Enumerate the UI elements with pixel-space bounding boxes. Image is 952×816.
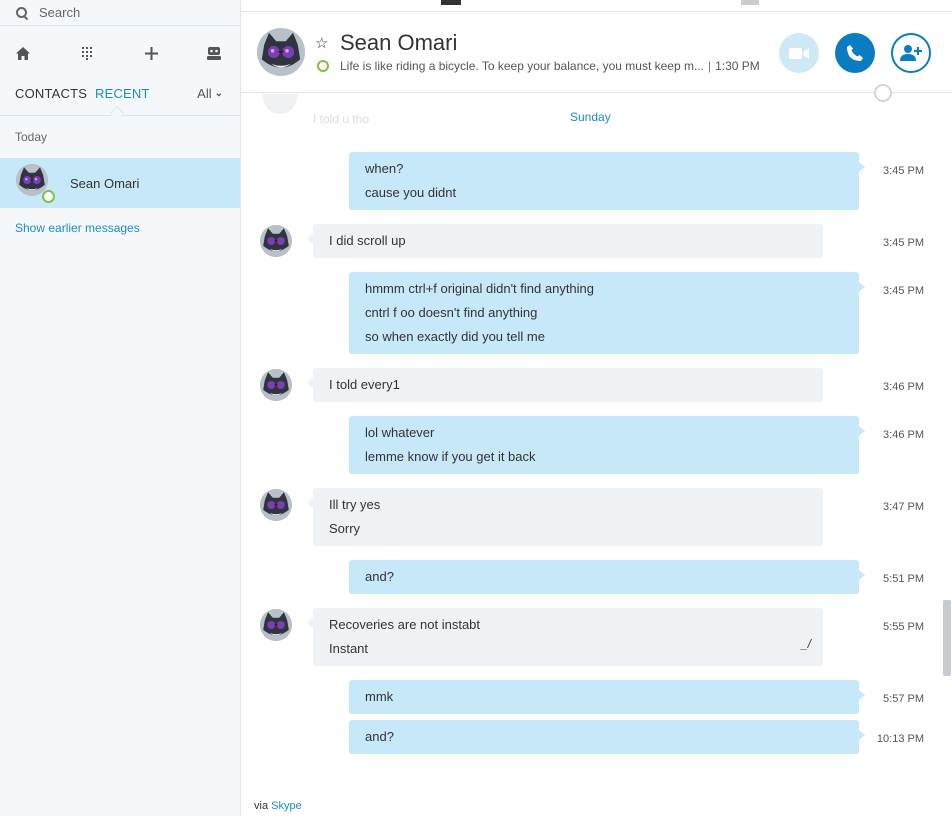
message-line: Recoveries are not instabt	[329, 617, 481, 632]
outgoing-message[interactable]: mmk	[349, 680, 865, 714]
active-tab-indicator	[109, 105, 125, 121]
message-line: I did scroll up	[329, 233, 406, 248]
search-icon	[16, 6, 28, 19]
outgoing-message[interactable]: when? cause you didnt	[349, 152, 865, 210]
phone-icon	[847, 45, 863, 61]
message-line: hmmm ctrl+f original didn't find anythin…	[365, 281, 595, 296]
section-label-today: Today	[15, 130, 48, 144]
chevron-down-icon: ⌄	[214, 88, 223, 99]
faded-avatar	[263, 94, 297, 114]
add-icon[interactable]	[142, 44, 160, 62]
outgoing-message[interactable]: lol whatever lemme know if you get it ba…	[349, 416, 865, 474]
edited-pencil-icon: _/	[800, 637, 811, 651]
message-line: Sorry	[329, 521, 361, 536]
sender-avatar[interactable]	[260, 609, 292, 641]
skype-window: CONTACTS RECENT All ⌄ Today Se	[0, 0, 952, 816]
outgoing-message[interactable]: hmmm ctrl+f original didn't find anythin…	[349, 272, 865, 354]
conversation-pane: I told u tho Sunday when? cause you didn…	[241, 94, 941, 794]
tab-contacts[interactable]: CONTACTS	[15, 86, 87, 101]
contact-title: Sean Omari	[340, 30, 458, 55]
message-line: I told every1	[329, 377, 400, 392]
bot-icon[interactable]	[205, 44, 223, 62]
add-person-icon	[900, 45, 922, 61]
contact-name: Sean Omari	[70, 176, 140, 191]
add-participant-button[interactable]	[891, 33, 931, 73]
outgoing-message[interactable]: and?	[349, 720, 865, 754]
home-icon[interactable]	[14, 44, 32, 62]
filter-dropdown[interactable]: All ⌄	[197, 86, 223, 101]
conversation-scrollbar[interactable]	[941, 94, 952, 816]
message-line: mmk	[365, 689, 394, 704]
message-time: 10:13 PM	[876, 733, 924, 745]
message-time: 5:57 PM	[883, 693, 924, 705]
conversation-header: ☆ Sean Omari Life is like riding a bicyc…	[241, 13, 952, 93]
skype-link[interactable]: Skype	[271, 800, 302, 812]
video-call-button[interactable]	[779, 33, 819, 73]
tab-recent[interactable]: RECENT	[95, 86, 150, 101]
message-line: when?	[365, 161, 404, 176]
scrollbar-thumb[interactable]	[943, 600, 951, 676]
outgoing-message[interactable]: and?	[349, 560, 865, 594]
incoming-message[interactable]: I did scroll up	[307, 224, 823, 258]
separator: |	[707, 59, 712, 73]
via-skype-footer: via Skype	[254, 800, 302, 812]
message-time: 5:51 PM	[883, 573, 924, 585]
message-time: 3:45 PM	[883, 165, 924, 177]
show-earlier-messages-link[interactable]: Show earlier messages	[15, 221, 140, 235]
message-line: cause you didnt	[365, 185, 457, 200]
last-seen-time: 1:30 PM	[715, 59, 760, 73]
message-time: 3:47 PM	[883, 501, 924, 513]
strip-mark	[741, 0, 759, 5]
video-camera-icon	[789, 47, 809, 59]
sender-avatar[interactable]	[260, 489, 292, 521]
sidebar: CONTACTS RECENT All ⌄ Today Se	[0, 0, 241, 816]
sidebar-toolbar	[0, 36, 240, 70]
voice-call-button[interactable]	[835, 33, 875, 73]
incoming-message[interactable]: I told every1	[307, 368, 823, 402]
message-line: Ill try yes	[329, 497, 381, 512]
contact-item[interactable]: Sean Omari	[0, 158, 240, 208]
message-line: Instant	[329, 641, 369, 656]
message-time: 3:46 PM	[883, 381, 924, 393]
header-avatar[interactable]	[257, 28, 305, 76]
mood-message: Life is like riding a bicycle. To keep y…	[340, 59, 760, 73]
incoming-message[interactable]: Ill try yes Sorry	[307, 488, 823, 546]
sender-avatar[interactable]	[260, 369, 292, 401]
search-input[interactable]	[39, 5, 219, 20]
faded-message: I told u tho	[313, 112, 370, 126]
message-line: so when exactly did you tell me	[365, 329, 545, 344]
message-time: 3:45 PM	[883, 285, 924, 297]
mood-text: Life is like riding a bicycle. To keep y…	[340, 59, 704, 73]
day-separator: Sunday	[570, 110, 611, 124]
filter-label: All	[197, 86, 212, 101]
message-line: and?	[365, 569, 394, 584]
message-line: lemme know if you get it back	[365, 449, 536, 464]
message-line: and?	[365, 729, 394, 744]
message-line: lol whatever	[365, 425, 435, 440]
favorite-star-icon[interactable]: ☆	[315, 34, 328, 52]
message-time: 3:45 PM	[883, 237, 924, 249]
message-time: 3:46 PM	[883, 429, 924, 441]
incoming-message[interactable]: Recoveries are not instabt Instant _/	[307, 608, 823, 666]
message-time: 5:55 PM	[883, 621, 924, 633]
message-line: cntrl f oo doesn't find anything	[365, 305, 538, 320]
top-strip	[241, 0, 952, 12]
sender-avatar[interactable]	[260, 225, 292, 257]
strip-mark	[441, 0, 461, 5]
dialpad-icon[interactable]	[78, 44, 96, 62]
via-text: via	[254, 800, 269, 812]
search-bar[interactable]	[0, 0, 240, 26]
presence-online-indicator	[42, 190, 55, 203]
presence-online-indicator	[317, 60, 329, 72]
contact-tabs: CONTACTS RECENT All ⌄	[0, 80, 240, 121]
